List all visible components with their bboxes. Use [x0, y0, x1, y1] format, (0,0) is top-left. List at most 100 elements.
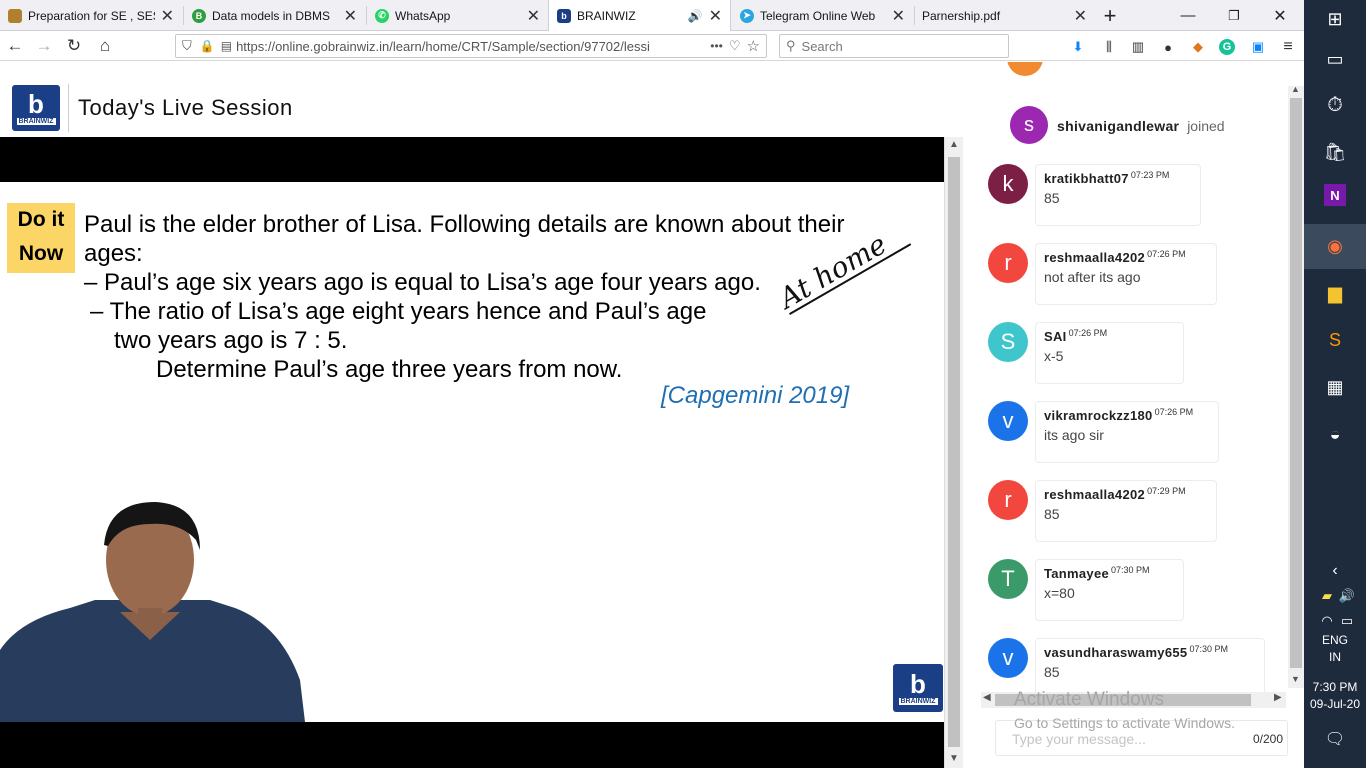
chat-scrollbar[interactable]: ▲ ▼	[1288, 84, 1304, 688]
library-icon[interactable]: ⫼	[1100, 38, 1118, 56]
chat-message: v vikramrockzz180 07:26 PM its ago sir	[988, 401, 1288, 467]
language-code[interactable]: ENG	[1304, 633, 1366, 647]
photos-icon[interactable]: ◒	[1320, 419, 1350, 449]
onenote-icon[interactable]: N	[1324, 184, 1346, 206]
back-arrow-icon[interactable]: ←	[4, 35, 26, 57]
tab-parnership-pdf[interactable]: Parnership.pdf ✕	[914, 0, 1095, 31]
close-tab-icon[interactable]: ✕	[344, 6, 357, 26]
notification-icon[interactable]: 🗨	[1320, 724, 1350, 754]
logo-letter: b	[910, 669, 926, 699]
store-icon[interactable]: 🛍	[1320, 137, 1350, 167]
yellow-app-icon[interactable]: ⏱	[1320, 90, 1350, 120]
search-box[interactable]: ⚲ Search	[779, 34, 1009, 58]
page-info-icon[interactable]: ▤	[221, 39, 232, 53]
message-placeholder[interactable]: Type your message...	[1012, 731, 1146, 747]
scroll-down-icon[interactable]: ▼	[949, 753, 959, 764]
chat-scroll-down-icon[interactable]: ▼	[1291, 674, 1300, 684]
message-time: 07:26 PM	[1147, 249, 1186, 259]
sublime-text-icon[interactable]: S	[1320, 325, 1350, 355]
page-actions-icon[interactable]: •••	[710, 39, 723, 53]
avatar: r	[988, 243, 1028, 283]
message-username: reshmaalla4202	[1044, 250, 1146, 265]
page-scrollbar[interactable]: ▲ ▼	[944, 137, 963, 768]
save-extension-icon[interactable]: ▣	[1249, 38, 1267, 56]
file-explorer-icon[interactable]: ▆	[1320, 278, 1350, 308]
join-text: shivanigandlewar joined	[1057, 118, 1225, 134]
sidebar-icon[interactable]: ▥	[1129, 38, 1147, 56]
chat-scrollbar-thumb[interactable]	[1290, 98, 1302, 668]
brainwiz-favicon-icon: b	[557, 9, 571, 23]
reload-icon[interactable]: ↻	[63, 35, 85, 57]
header-divider	[68, 84, 69, 132]
tab-telegram[interactable]: ➤ Telegram Online Web ✕	[732, 0, 913, 31]
message-text: 85	[1044, 190, 1060, 206]
metamask-icon[interactable]: ◆	[1189, 38, 1207, 56]
message-bubble: reshmaalla4202 07:26 PM not after its ago	[1035, 243, 1217, 305]
chat-scroll-up-icon[interactable]: ▲	[1291, 84, 1300, 94]
logo-letter: b	[28, 89, 44, 119]
url-bar[interactable]: ⛉ 🔒 ▤ https://online.gobrainwiz.in/learn…	[175, 34, 767, 58]
pocket-icon[interactable]: ♡	[729, 38, 741, 54]
minimize-button[interactable]: —	[1165, 0, 1211, 31]
menu-icon[interactable]: ≡	[1279, 38, 1297, 56]
close-tab-icon[interactable]: ✕	[892, 6, 905, 26]
clock-time[interactable]: 7:30 PM	[1304, 680, 1366, 694]
url-text[interactable]: https://online.gobrainwiz.in/learn/home/…	[236, 39, 704, 54]
language-region[interactable]: IN	[1304, 650, 1366, 664]
page-title: Today's Live Session	[78, 95, 293, 120]
chat-message: r reshmaalla4202 07:29 PM 85	[988, 480, 1288, 546]
scroll-up-icon[interactable]: ▲	[949, 139, 959, 150]
message-text: x-5	[1044, 348, 1064, 364]
char-counter: 0/200	[1252, 732, 1283, 746]
grammarly-icon[interactable]: G	[1219, 39, 1235, 55]
logo-text: BRAINWIZ	[898, 698, 938, 705]
windows-start-icon[interactable]: ⊞	[1320, 4, 1350, 34]
video-player[interactable]: Do it Now Paul is the elder brother of L…	[0, 137, 944, 768]
page-scrollbar-thumb[interactable]	[948, 157, 960, 747]
restore-button[interactable]: ❐	[1211, 0, 1257, 31]
message-username: SAI	[1044, 329, 1067, 344]
tab-title: WhatsApp	[395, 8, 451, 23]
message-bubble: kratikbhatt07 07:23 PM 85	[1035, 164, 1201, 226]
calculator-icon[interactable]: ▦	[1320, 372, 1350, 402]
firefox-icon[interactable]: ◉	[1320, 231, 1350, 261]
scroll-left-icon[interactable]: ◀	[983, 692, 991, 703]
partial-avatar	[1007, 62, 1043, 76]
site-header: b BRAINWIZ Today's Live Session	[0, 62, 963, 137]
speaker-icon[interactable]: 🔊	[688, 9, 703, 23]
forward-arrow-icon[interactable]: →	[33, 35, 55, 57]
join-user: shivanigandlewar	[1057, 118, 1180, 134]
scroll-right-icon[interactable]: ▶	[1274, 692, 1282, 703]
close-tab-icon[interactable]: ✕	[709, 6, 722, 26]
message-time: 07:30 PM	[1111, 565, 1150, 575]
close-window-button[interactable]: ✕	[1257, 0, 1303, 31]
tab-data-models[interactable]: B Data models in DBMS ✕	[184, 0, 365, 31]
tab-brainwiz[interactable]: b BRAINWIZ 🔊 ✕	[548, 0, 731, 32]
message-username: reshmaalla4202	[1044, 487, 1146, 502]
message-text: 85	[1044, 664, 1060, 680]
tab-title: Parnership.pdf	[922, 8, 1001, 23]
avatar: r	[988, 480, 1028, 520]
new-tab-button[interactable]: +	[1095, 0, 1125, 31]
task-view-icon[interactable]: ▭	[1320, 44, 1350, 74]
account-icon[interactable]: ●	[1159, 38, 1177, 56]
tab-whatsapp[interactable]: ✆ WhatsApp ✕	[367, 0, 548, 31]
clock-date[interactable]: 09-Jul-20	[1304, 697, 1366, 711]
chat-panel: s shivanigandlewar joined k kratikbhatt07…	[963, 62, 1304, 768]
brainwiz-logo[interactable]: b BRAINWIZ	[12, 85, 60, 131]
close-tab-icon[interactable]: ✕	[527, 6, 540, 26]
download-icon[interactable]: ⬇	[1069, 38, 1087, 56]
message-username: vikramrockzz180	[1044, 408, 1153, 423]
shield-icon[interactable]: ⛉	[182, 38, 192, 54]
question-line: – The ratio of Lisa’s age eight years he…	[90, 298, 707, 325]
tab-preparation[interactable]: Preparation for SE , SES ✕	[0, 0, 182, 31]
avatar: v	[988, 638, 1028, 678]
close-tab-icon[interactable]: ✕	[1074, 6, 1087, 26]
bookmark-star-icon[interactable]: ☆	[747, 37, 760, 55]
search-icon: ⚲	[786, 38, 796, 53]
battery-icon[interactable]: ▭	[1332, 606, 1362, 636]
lock-icon[interactable]: 🔒	[200, 39, 215, 53]
close-tab-icon[interactable]: ✕	[161, 6, 174, 26]
message-time: 07:26 PM	[1068, 328, 1108, 338]
home-icon[interactable]: ⌂	[94, 35, 116, 57]
